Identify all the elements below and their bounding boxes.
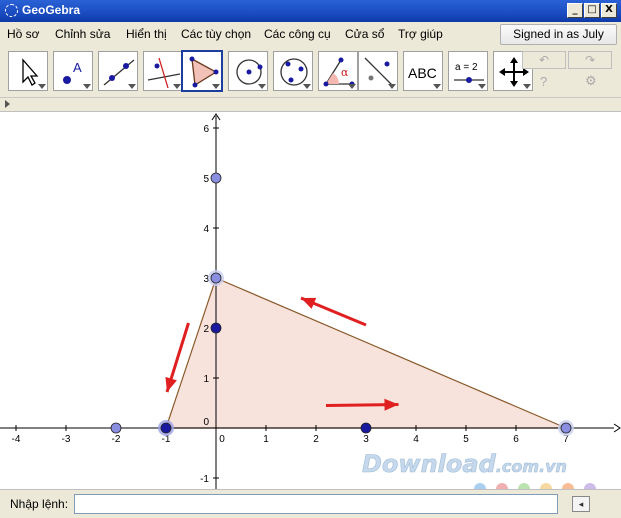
watermark-word: Download	[362, 450, 497, 478]
perpendicular-line-tool-button[interactable]	[143, 51, 183, 91]
minimize-button[interactable]: _	[567, 3, 583, 18]
geometry-point	[110, 422, 122, 434]
move-tool-button[interactable]	[8, 51, 48, 91]
signed-in-button[interactable]: Signed in as July	[500, 24, 617, 45]
redo-button[interactable]: ↷	[568, 51, 612, 69]
geometry-point	[210, 322, 222, 334]
menu-file[interactable]: Hồ sơ	[7, 27, 40, 41]
slider-tool-button[interactable]: a = 2	[448, 51, 488, 91]
polygon-tool-button[interactable]	[181, 50, 223, 92]
geometry-point	[360, 422, 372, 434]
geometry-point	[210, 272, 222, 284]
y-tick-label: 5	[203, 174, 209, 185]
menu-options[interactable]: Các tùy chọn	[181, 27, 251, 41]
menu-edit[interactable]: Chỉnh sửa	[55, 27, 110, 41]
x-tick-label: -3	[62, 434, 71, 445]
x-axis-arrow-icon	[613, 423, 621, 433]
x-tick-label: 0	[219, 434, 225, 445]
y-tick-label: 2	[203, 324, 209, 335]
command-input[interactable]	[74, 494, 558, 514]
x-tick-label: 4	[413, 434, 419, 445]
window-title: GeoGebra	[22, 3, 81, 17]
point-tool-label: A	[73, 60, 82, 75]
watermark: Download.com.vn	[362, 450, 596, 489]
y-tick-label: 1	[203, 374, 209, 385]
point-tool-button[interactable]: A	[53, 51, 93, 91]
circle-tool-button[interactable]	[228, 51, 268, 91]
x-tick-label: 6	[513, 434, 519, 445]
line-tool-button[interactable]	[98, 51, 138, 91]
expand-arrow-icon[interactable]	[5, 100, 10, 108]
y-tick-label: 4	[203, 224, 209, 235]
title-bar[interactable]: GeoGebra _ □ X	[0, 0, 621, 22]
input-help-button[interactable]: ◂	[572, 496, 590, 512]
style-bar-toggle[interactable]	[0, 97, 621, 111]
x-tick-label: -2	[112, 434, 121, 445]
angle-tool-label: α	[341, 66, 349, 79]
maximize-button[interactable]: □	[584, 3, 600, 18]
geometry-point	[560, 422, 572, 434]
y-zero-label: 0	[203, 417, 209, 428]
x-tick-label: 1	[263, 434, 269, 445]
toolbar: A α ABC a = 2 ↶ ↷ ? ⚙	[0, 48, 621, 96]
conic-tool-button[interactable]	[273, 51, 313, 91]
geometry-point	[160, 422, 172, 434]
menu-help[interactable]: Trợ giúp	[398, 27, 443, 41]
menu-tools[interactable]: Các công cụ	[264, 27, 331, 41]
x-tick-label: 3	[363, 434, 369, 445]
reflect-tool-button[interactable]	[358, 51, 398, 91]
geometry-point	[210, 172, 222, 184]
angle-tool-button[interactable]: α	[318, 51, 358, 91]
geogebra-window: GeoGebra _ □ X Hồ sơ Chỉnh sửa Hiển thị …	[0, 0, 621, 518]
arrow-head-icon	[165, 376, 177, 392]
watermark-text: Download.com.vn	[362, 450, 567, 478]
text-tool-button[interactable]: ABC	[403, 51, 443, 91]
text-tool-label: ABC	[408, 65, 437, 81]
x-tick-label: 5	[463, 434, 469, 445]
close-button[interactable]: X	[601, 3, 617, 18]
settings-icon[interactable]: ⚙	[585, 73, 597, 89]
y-tick-label: 6	[203, 124, 209, 135]
x-tick-label: 2	[313, 434, 319, 445]
undo-button[interactable]: ↶	[522, 51, 566, 69]
input-bar: Nhập lệnh: ◂	[0, 489, 621, 518]
menu-window[interactable]: Cửa sổ	[345, 27, 384, 41]
y-tick-label: -1	[200, 474, 209, 485]
input-bar-label: Nhập lệnh:	[10, 497, 69, 511]
menu-view[interactable]: Hiển thị	[126, 27, 167, 41]
x-tick-label: -4	[12, 434, 21, 445]
slider-tool-label: a = 2	[455, 62, 478, 73]
geogebra-logo-icon	[5, 4, 18, 17]
graphics-view[interactable]: -4 -3 -2 -1 0 1 2 3 4 5 6 7 -1 1 2 3 4 5 6 0 Download.com.v…	[0, 111, 621, 489]
help-icon[interactable]: ?	[540, 74, 547, 89]
watermark-suffix: .com.vn	[496, 457, 567, 476]
graphics-canvas[interactable]: -4 -3 -2 -1 0 1 2 3 4 5 6 7-11234560 Download.com.v…	[0, 112, 621, 489]
